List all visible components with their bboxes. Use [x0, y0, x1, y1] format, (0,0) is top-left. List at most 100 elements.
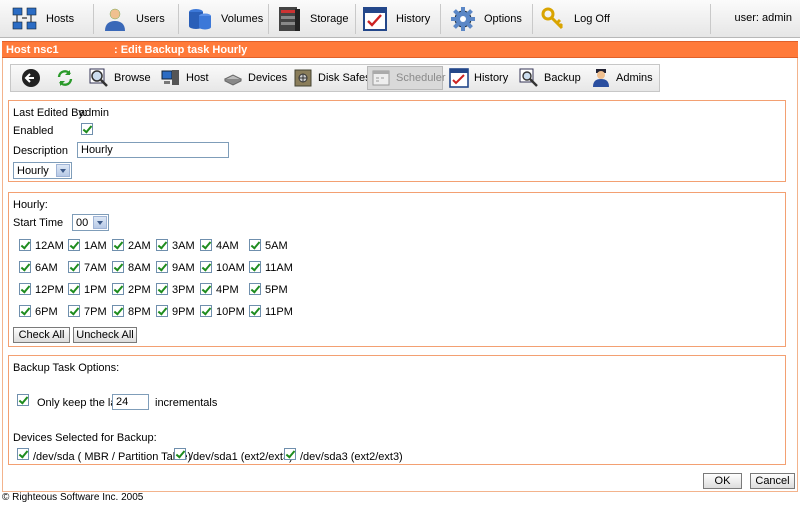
nav-storage-label: Storage — [310, 13, 349, 25]
hour-checkbox[interactable] — [200, 283, 212, 295]
hour-label: 11AM — [265, 262, 293, 274]
hour-checkbox[interactable] — [249, 239, 261, 251]
hour-checkbox[interactable] — [200, 239, 212, 251]
page-header: Host nsc1 : Edit Backup task Hourly — [2, 41, 798, 58]
magnifier-icon — [89, 68, 109, 88]
hour-label: 12AM — [35, 240, 64, 252]
back-arrow-icon — [21, 68, 41, 88]
hour-label: 10AM — [216, 262, 245, 274]
hourly-panel: Hourly: Start Time 00 12AM 1AM 2AM 3AM 4AM 5A… — [8, 192, 786, 347]
backup-options-panel: Backup Task Options: Only keep the last … — [8, 355, 786, 465]
nav-volumes[interactable]: Volumes — [187, 4, 263, 34]
history-icon — [362, 6, 388, 32]
chevron-down-icon — [93, 216, 107, 229]
hour-checkbox[interactable] — [156, 305, 168, 317]
hour-label: 3AM — [172, 240, 195, 252]
nav-volumes-label: Volumes — [221, 13, 264, 25]
hour-checkbox[interactable] — [249, 305, 261, 317]
hour-checkbox[interactable] — [19, 283, 31, 295]
hour-checkbox[interactable] — [68, 261, 80, 273]
hour-checkbox[interactable] — [19, 261, 31, 273]
cancel-button[interactable]: Cancel — [750, 473, 795, 489]
nav-history[interactable]: History — [362, 4, 430, 34]
hour-label: 5AM — [265, 240, 288, 252]
hour-label: 8AM — [128, 262, 151, 274]
nav-log-off[interactable]: Log Off — [540, 4, 610, 34]
hour-checkbox[interactable] — [200, 261, 212, 273]
hour-label: 3PM — [172, 284, 195, 296]
hour-checkbox[interactable] — [249, 283, 261, 295]
gear-icon — [450, 6, 476, 32]
hour-checkbox[interactable] — [156, 283, 168, 295]
hour-checkbox[interactable] — [112, 283, 124, 295]
users-icon — [102, 6, 128, 32]
hour-label: 9AM — [172, 262, 195, 274]
hour-label: 2PM — [128, 284, 151, 296]
subnav-browse[interactable]: Browse — [89, 66, 151, 90]
subnav-backup[interactable]: Backup — [519, 66, 581, 90]
hour-label: 6PM — [35, 306, 58, 318]
ok-button[interactable]: OK — [703, 473, 742, 489]
current-user: user: admin — [734, 12, 792, 24]
nav-log-off-label: Log Off — [574, 13, 610, 25]
top-navigation: Hosts Users Volumes Storage History Opti… — [0, 0, 800, 38]
hour-checkbox[interactable] — [68, 305, 80, 317]
device-checkbox[interactable] — [284, 448, 296, 460]
devices-icon — [223, 68, 243, 88]
nav-users[interactable]: Users — [102, 4, 165, 34]
check-all-button[interactable]: Check All — [13, 327, 70, 343]
host-icon — [161, 68, 181, 88]
last-edited-value: admin — [79, 107, 109, 119]
nav-options[interactable]: Options — [450, 4, 522, 34]
enabled-checkbox[interactable] — [81, 123, 93, 135]
chevron-down-icon — [56, 164, 70, 177]
frequency-select[interactable]: Hourly — [13, 162, 72, 179]
hour-label: 4PM — [216, 284, 239, 296]
hour-label: 1AM — [84, 240, 107, 252]
history-icon — [449, 68, 469, 88]
subnav-disk-safes[interactable]: Disk Safes — [293, 66, 371, 90]
subnav-admins[interactable]: Admins — [591, 66, 653, 90]
backup-icon — [519, 68, 539, 88]
hour-checkbox[interactable] — [19, 239, 31, 251]
hour-checkbox[interactable] — [19, 305, 31, 317]
refresh-button[interactable] — [55, 66, 80, 90]
device-checkbox[interactable] — [174, 448, 186, 460]
start-time-select[interactable]: 00 — [72, 214, 109, 231]
subnav-scheduler-label: Scheduler — [396, 72, 446, 84]
devices-label: Devices Selected for Backup: — [13, 432, 157, 444]
hour-checkbox[interactable] — [156, 239, 168, 251]
subnav-scheduler[interactable]: Scheduler — [367, 66, 446, 90]
hour-label: 9PM — [172, 306, 195, 318]
hour-checkbox[interactable] — [68, 283, 80, 295]
description-input[interactable]: Hourly — [77, 142, 229, 158]
refresh-icon — [55, 68, 75, 88]
nav-hosts[interactable]: Hosts — [12, 4, 74, 34]
hour-label: 7PM — [84, 306, 107, 318]
subnav-admins-label: Admins — [616, 72, 653, 84]
hour-checkbox[interactable] — [249, 261, 261, 273]
hour-label: 2AM — [128, 240, 151, 252]
last-edited-label: Last Edited By: — [13, 107, 87, 119]
hour-checkbox[interactable] — [112, 305, 124, 317]
keep-count-input[interactable]: 24 — [112, 394, 149, 410]
subnav-host[interactable]: Host — [161, 66, 209, 90]
hour-checkbox[interactable] — [112, 239, 124, 251]
hour-checkbox[interactable] — [112, 261, 124, 273]
hour-label: 10PM — [216, 306, 245, 318]
hour-checkbox[interactable] — [200, 305, 212, 317]
subnav-browse-label: Browse — [114, 72, 151, 84]
uncheck-all-button[interactable]: Uncheck All — [73, 327, 137, 343]
device-checkbox[interactable] — [17, 448, 29, 460]
hour-checkbox[interactable] — [156, 261, 168, 273]
nav-storage[interactable]: Storage — [276, 4, 349, 34]
back-button[interactable] — [21, 66, 46, 90]
nav-options-label: Options — [484, 13, 522, 25]
subnav-history[interactable]: History — [449, 66, 508, 90]
hour-label: 11PM — [265, 306, 293, 318]
options-section-label: Backup Task Options: — [13, 362, 120, 374]
hour-checkbox[interactable] — [68, 239, 80, 251]
keep-incrementals-checkbox[interactable] — [17, 394, 29, 406]
subnav-devices[interactable]: Devices — [223, 66, 287, 90]
hosts-icon — [12, 6, 38, 32]
